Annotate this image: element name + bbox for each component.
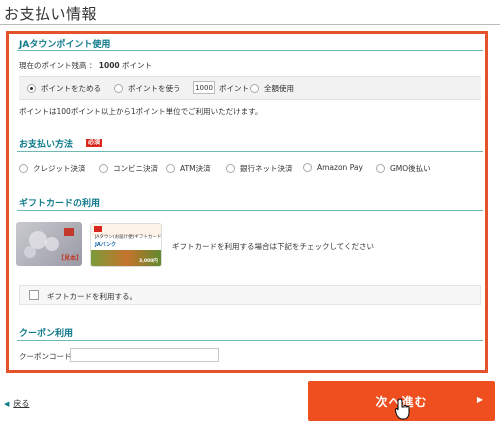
card-amount: 3,000円 [139, 259, 158, 264]
radio-dot-icon [226, 164, 235, 173]
back-link[interactable]: ◀ 戻る [4, 398, 29, 409]
card-title: JAタウン(お届け便)ギフトカード [95, 235, 162, 240]
page-title: お支払い情報 [4, 5, 98, 23]
back-label: 戻る [13, 399, 30, 408]
ribbon-icon [94, 226, 102, 232]
giftcard-ja-image: JAタウン(お届け便)ギフトカード JAバンク 3,000円 [90, 223, 162, 267]
points-balance: 現在のポイント残高 ： 1000 ポイント [19, 60, 152, 71]
hand-cursor-icon [395, 398, 410, 420]
sample-stamp: 【見本】 [58, 255, 83, 262]
giftcard-check-row[interactable]: ギフトカードを利用する。 [19, 285, 481, 305]
payment-amazon-pay[interactable]: Amazon Pay [303, 163, 363, 172]
giftcard-divider [17, 210, 483, 211]
radio-dot-icon [303, 163, 312, 172]
balance-value: 1000 [98, 61, 120, 70]
points-amount-unit: ポイント [219, 84, 249, 93]
payment-credit[interactable]: クレジット決済 [19, 163, 86, 174]
giftcard-sample-image: 【見本】 [16, 222, 82, 266]
giftcard-checkbox[interactable] [29, 290, 39, 300]
giftcard-info: ギフトカードを利用する場合は下記をチェックしてください [172, 242, 375, 251]
coupon-code-input[interactable] [70, 348, 219, 362]
payment-divider [17, 151, 483, 152]
coupon-heading: クーポン利用 [19, 329, 74, 339]
radio-dot-icon [376, 164, 385, 173]
radio-dot-icon [250, 84, 259, 93]
payment-convenience[interactable]: コンビニ決済 [99, 163, 158, 174]
balance-unit: ポイント [122, 61, 153, 70]
points-option-row: ポイントをためる ポイントを使う 1000 ポイント 全額使用 [19, 76, 481, 100]
payment-gmo-deferred[interactable]: GMO後払い [376, 163, 431, 174]
radio-dot-icon [99, 164, 108, 173]
radio-use-all[interactable]: 全額使用 [250, 83, 294, 94]
radio-use-points[interactable]: ポイントを使う [114, 83, 181, 94]
required-badge: 必須 [86, 139, 103, 147]
triangle-right-icon: ▶ [476, 395, 484, 404]
radio-dot-icon [19, 164, 28, 173]
points-note: ポイントは100ポイント以上から1ポイント単位でご利用いただけます。 [19, 107, 263, 116]
payment-form: JAタウンポイント使用 現在のポイント残高 ： 1000 ポイント ポイントをた… [6, 31, 488, 373]
coupon-divider [17, 340, 483, 341]
payment-netbank[interactable]: 銀行ネット決済 [226, 163, 293, 174]
radio-dot-icon [114, 84, 123, 93]
giftcard-checkbox-label: ギフトカードを利用する。 [47, 292, 137, 301]
giftcard-heading: ギフトカードの利用 [19, 199, 101, 209]
radio-dot-icon [166, 164, 175, 173]
radio-dot-icon [27, 84, 36, 93]
title-divider [0, 24, 500, 25]
points-heading: JAタウンポイント使用 [19, 40, 111, 50]
points-amount-input[interactable]: 1000 [193, 81, 215, 94]
triangle-left-icon: ◀ [4, 399, 10, 408]
payment-heading: お支払い方法 [19, 140, 74, 150]
card-brand: JAバンク [95, 242, 116, 248]
balance-label: 現在のポイント残高 ： [19, 61, 97, 70]
points-divider [17, 50, 483, 51]
payment-atm[interactable]: ATM決済 [166, 163, 211, 174]
radio-save-points[interactable]: ポイントをためる [27, 83, 101, 94]
